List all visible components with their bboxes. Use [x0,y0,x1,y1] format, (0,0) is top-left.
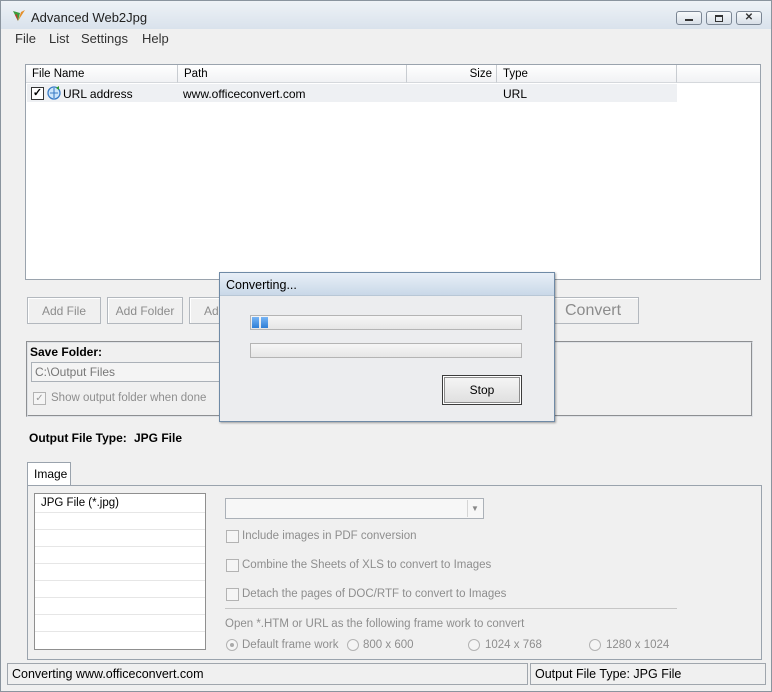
status-output-type: Output File Type: JPG File [530,663,766,685]
column-header-size[interactable]: Size [407,65,497,83]
restore-button[interactable] [706,11,732,25]
app-window: Advanced Web2Jpg ✕ File List Settings He… [0,0,772,692]
url-icon [47,86,61,100]
include-pdf-checkbox[interactable] [226,530,239,543]
progress-block [252,317,259,328]
chevron-down-icon[interactable]: ▼ [467,500,482,517]
detach-doc-checkbox[interactable] [226,588,239,601]
menu-bar: File List Settings Help [1,29,771,49]
options-separator [225,608,677,609]
column-header-type[interactable]: Type [497,65,677,83]
add-file-button[interactable]: Add File [27,297,101,324]
row-type: URL [503,87,528,101]
convert-button[interactable]: Convert [547,297,639,324]
menu-help[interactable]: Help [142,31,169,46]
column-header-path[interactable]: Path [178,65,407,83]
list-divider [35,512,205,513]
progress-bar-secondary [250,343,522,358]
row-file-name: URL address [63,87,133,101]
row-checkbox[interactable]: ✓ [31,87,44,100]
close-button[interactable]: ✕ [736,11,762,25]
list-divider [35,631,205,632]
save-folder-label: Save Folder: [30,345,103,359]
radio-default-frame[interactable] [226,639,238,651]
dialog-title[interactable]: Converting... [220,273,554,296]
output-type-label: Output File Type: [29,431,127,445]
list-divider [35,597,205,598]
menu-list[interactable]: List [49,31,69,46]
show-output-checkbox[interactable]: ✓ [33,392,46,405]
menu-file[interactable]: File [15,31,36,46]
show-output-label: Show output folder when done [51,392,207,404]
detach-doc-label: Detach the pages of DOC/RTF to convert t… [242,588,507,600]
window-title: Advanced Web2Jpg [31,10,148,25]
frame-work-label: Open *.HTM or URL as the following frame… [225,618,525,630]
status-bar: Converting www.officeconvert.com Output … [7,663,767,687]
column-header-blank [677,65,760,83]
tab-image[interactable]: Image [27,462,71,485]
list-divider [35,546,205,547]
add-folder-button[interactable]: Add Folder [107,297,183,324]
combine-xls-label: Combine the Sheets of XLS to convert to … [242,559,492,571]
radio-1024x768-label: 1024 x 768 [485,639,542,651]
output-type-value: JPG File [134,431,183,445]
format-list[interactable]: JPG File (*.jpg) [34,493,206,650]
list-divider [35,529,205,530]
radio-1280x1024[interactable] [589,639,601,651]
radio-1024x768[interactable] [468,639,480,651]
list-divider [35,563,205,564]
app-logo-icon [13,10,25,21]
close-icon: ✕ [744,12,754,23]
stop-button[interactable]: Stop [442,375,522,405]
radio-800x600-label: 800 x 600 [363,639,414,651]
list-divider [35,580,205,581]
radio-1280x1024-label: 1280 x 1024 [606,639,670,651]
progress-fill [252,317,270,328]
list-item[interactable]: JPG File (*.jpg) [41,497,119,509]
row-path: www.officeconvert.com [183,87,306,101]
combine-xls-checkbox[interactable] [226,559,239,572]
minimize-button[interactable] [676,11,702,25]
title-bar[interactable]: Advanced Web2Jpg ✕ [1,1,771,29]
progress-bar-main [250,315,522,330]
radio-default-frame-label: Default frame work [242,639,339,651]
restore-icon [715,14,723,22]
include-pdf-label: Include images in PDF conversion [242,530,417,542]
menu-settings[interactable]: Settings [81,31,128,46]
status-text: Converting www.officeconvert.com [7,663,528,685]
converting-dialog: Converting... Stop [219,272,555,422]
save-folder-input[interactable]: C:\Output Files [31,362,231,382]
radio-800x600[interactable] [347,639,359,651]
column-header-file-name[interactable]: File Name [26,65,178,83]
format-combo[interactable]: ▼ [225,498,484,519]
minimize-icon [685,19,693,21]
list-divider [35,614,205,615]
progress-block [261,317,268,328]
file-list[interactable]: File Name Path Size Type ✓ URL address w… [25,64,761,280]
